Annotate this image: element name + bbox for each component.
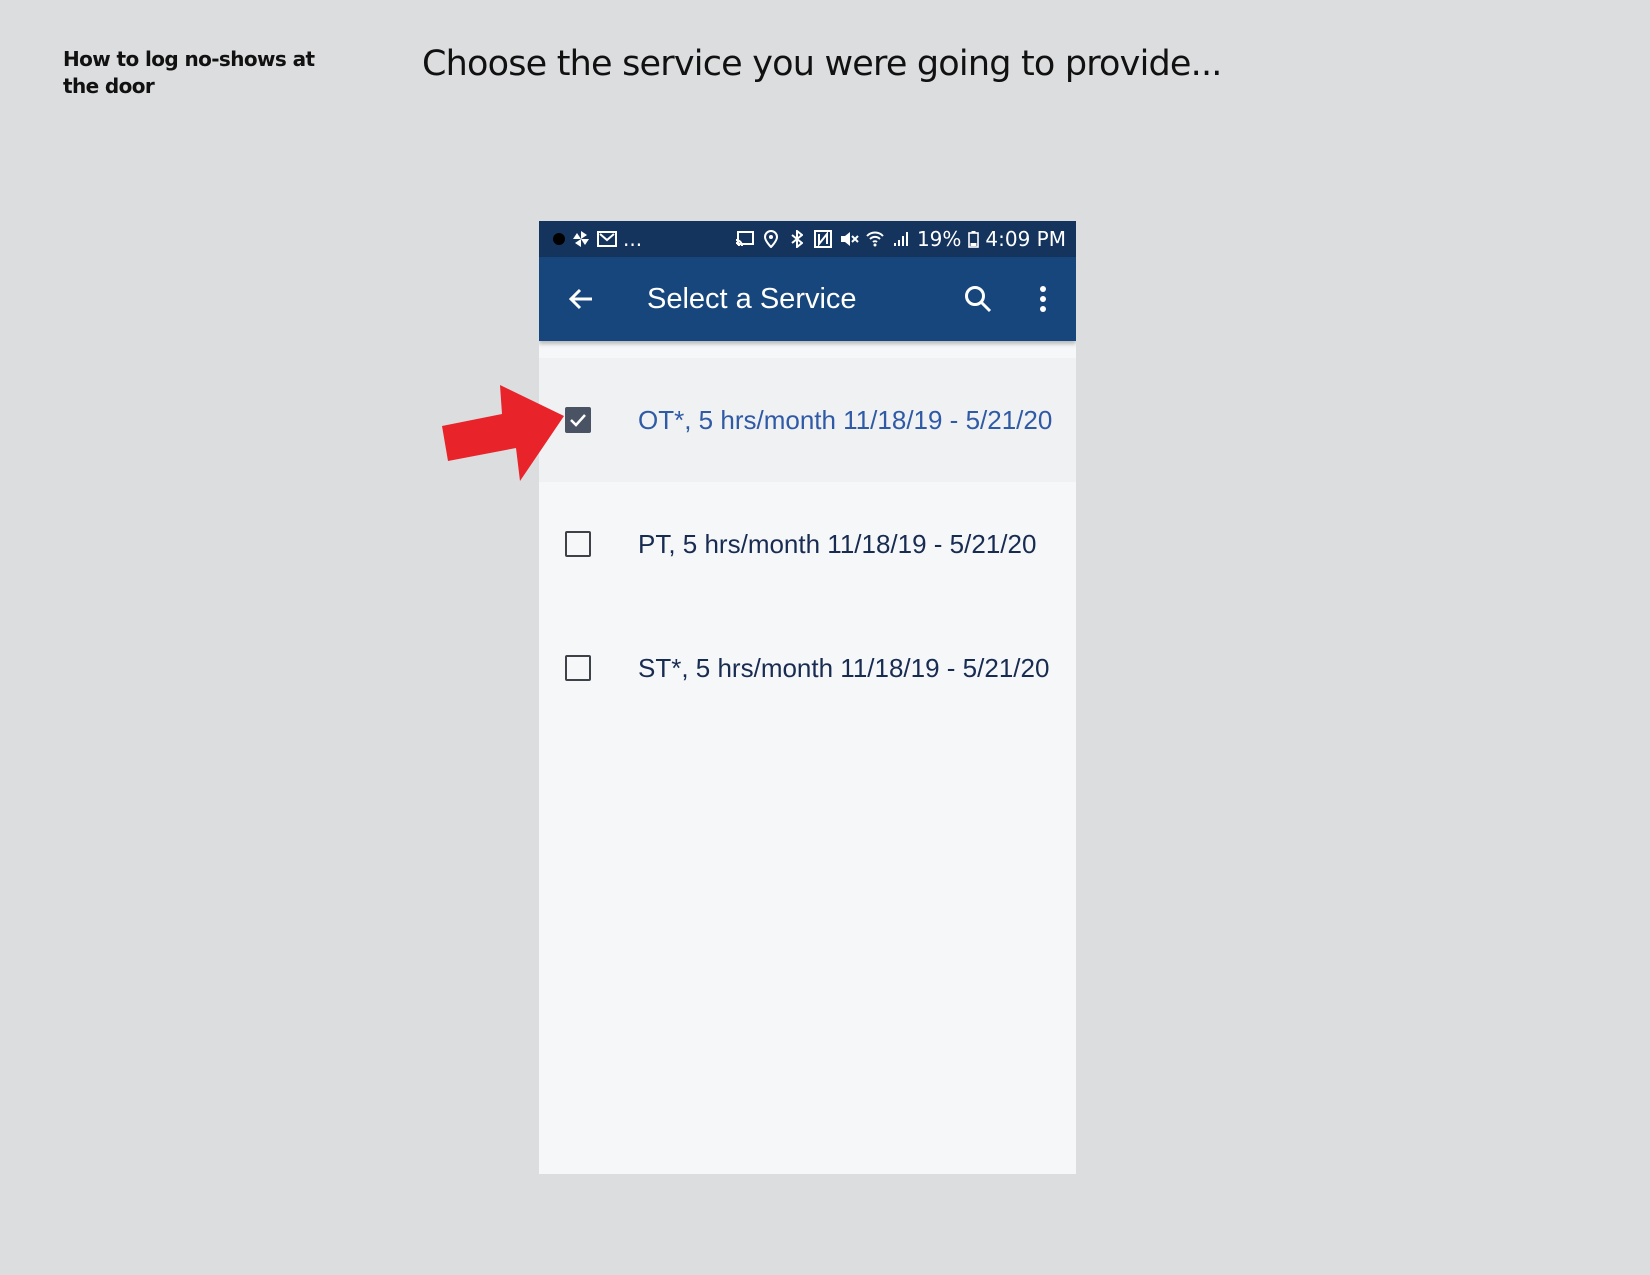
slide-title: Choose the service you were going to pro… <box>422 44 1222 84</box>
nfc-icon <box>813 229 833 249</box>
more-vertical-icon[interactable] <box>1028 284 1058 314</box>
recording-dot-icon <box>553 233 565 245</box>
service-checkbox-st[interactable] <box>565 655 591 681</box>
service-label-st: ST*, 5 hrs/month 11/18/19 - 5/21/20 <box>638 652 1050 683</box>
service-checkbox-pt[interactable] <box>565 531 591 557</box>
wifi-icon <box>865 229 885 249</box>
red-arrow-annotation <box>442 385 564 481</box>
service-item-st[interactable]: ST*, 5 hrs/month 11/18/19 - 5/21/20 <box>539 606 1076 730</box>
mail-icon <box>597 229 617 249</box>
status-time: 4:09 PM <box>985 227 1066 251</box>
app-bar: Select a Service <box>539 257 1076 341</box>
search-icon[interactable] <box>963 284 993 314</box>
phone-screen: ... 19% 4:09 PM Select a Service OT*, 5 … <box>539 221 1076 1174</box>
service-checkbox-ot[interactable] <box>565 407 591 433</box>
service-label-ot: OT*, 5 hrs/month 11/18/19 - 5/21/20 <box>638 404 1053 435</box>
slide-subtitle: How to log no-shows at the door <box>63 47 315 98</box>
battery-icon <box>967 229 979 249</box>
service-item-pt[interactable]: PT, 5 hrs/month 11/18/19 - 5/21/20 <box>539 482 1076 606</box>
bluetooth-icon <box>787 229 807 249</box>
pinwheel-icon <box>571 229 591 249</box>
location-icon <box>761 229 781 249</box>
cast-icon <box>735 229 755 249</box>
service-label-pt: PT, 5 hrs/month 11/18/19 - 5/21/20 <box>638 528 1037 559</box>
mute-icon <box>839 229 859 249</box>
status-overflow: ... <box>623 227 643 251</box>
service-item-ot[interactable]: OT*, 5 hrs/month 11/18/19 - 5/21/20 <box>539 358 1076 482</box>
arrow-left-icon[interactable] <box>565 283 597 315</box>
page-title: Select a Service <box>647 283 857 315</box>
service-list: OT*, 5 hrs/month 11/18/19 - 5/21/20 PT, … <box>539 358 1076 730</box>
signal-icon <box>891 229 911 249</box>
status-bar: ... 19% 4:09 PM <box>539 221 1076 257</box>
battery-percent: 19% <box>916 227 962 251</box>
